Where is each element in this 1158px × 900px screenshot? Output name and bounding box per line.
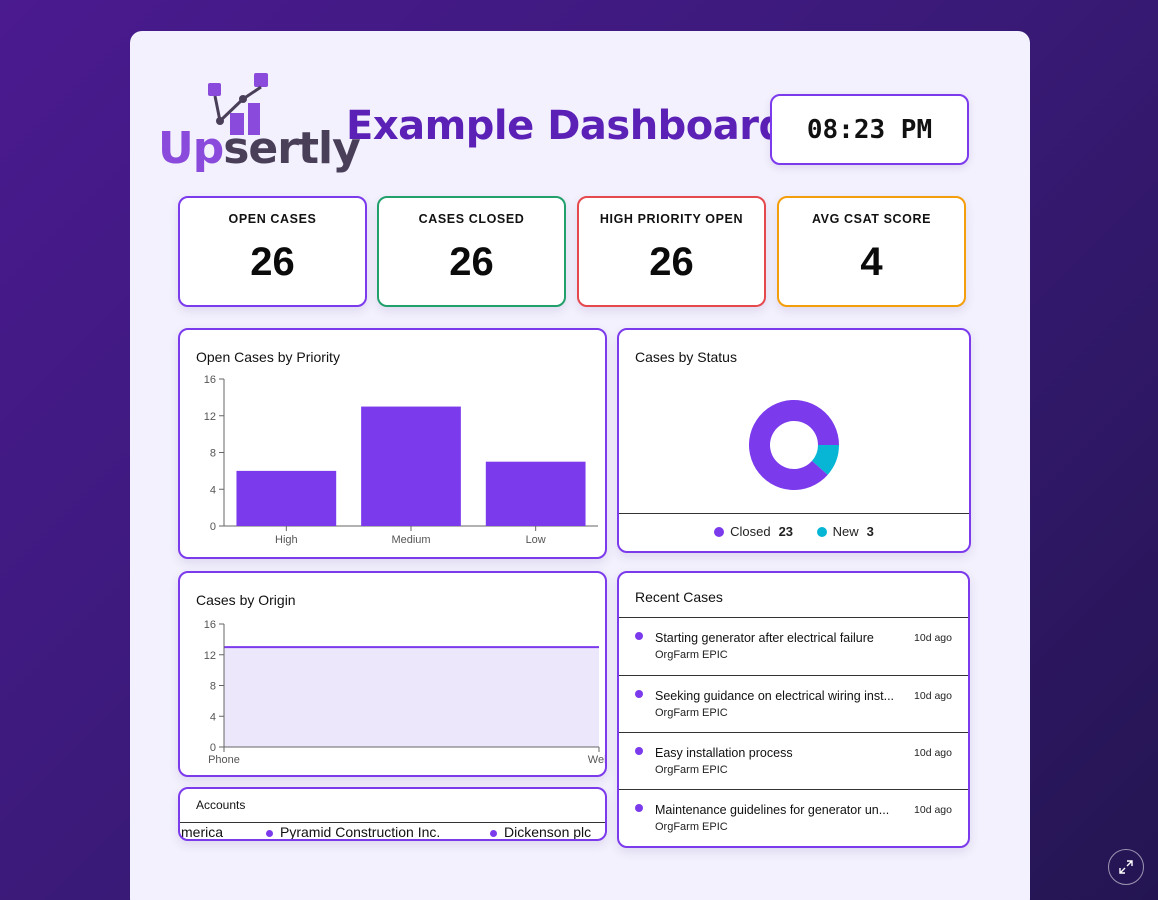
card-title: Cases by Status	[635, 349, 737, 365]
kpi-label: AVG CSAT SCORE	[811, 212, 932, 226]
y-tick-label: 4	[210, 484, 216, 496]
kpi-label: CASES CLOSED	[418, 212, 525, 226]
ticker-dot	[266, 830, 273, 837]
y-tick-label: 0	[210, 521, 216, 533]
card-title: Accounts	[196, 798, 246, 812]
case-title[interactable]: Maintenance guidelines for generator un.…	[655, 803, 907, 817]
y-tick-label: 12	[204, 650, 216, 662]
kpi-value: 4	[860, 240, 883, 284]
legend-item-new[interactable]: New 3	[816, 524, 874, 539]
case-account: OrgFarm EPIC	[655, 764, 728, 776]
ticker-item[interactable]: merica	[181, 824, 223, 839]
bar	[236, 470, 337, 526]
legend-dot	[816, 527, 827, 537]
x-tick-label: Web	[588, 754, 605, 766]
case-title[interactable]: Easy installation process	[655, 746, 907, 760]
case-time: 10d ago	[914, 690, 952, 702]
divider	[619, 513, 969, 514]
case-time: 10d ago	[914, 804, 952, 816]
kpi-high-priority-open: HIGH PRIORITY OPEN 26	[577, 196, 766, 307]
case-account: OrgFarm EPIC	[655, 649, 728, 661]
kpi-value: 26	[449, 240, 494, 284]
case-title[interactable]: Starting generator after electrical fail…	[655, 631, 907, 645]
kpi-label: OPEN CASES	[228, 212, 317, 226]
card-title: Cases by Origin	[196, 592, 296, 608]
y-tick-label: 0	[210, 742, 216, 754]
clock-display: 08:23 PM	[770, 94, 969, 165]
kpi-label: HIGH PRIORITY OPEN	[599, 212, 744, 226]
card-title: Open Cases by Priority	[196, 349, 340, 365]
list-item[interactable]: Maintenance guidelines for generator un.…	[619, 789, 968, 846]
y-tick-label: 4	[210, 711, 216, 723]
y-tick-label: 8	[210, 681, 216, 693]
accounts-card: Accounts merica Pyramid Construction Inc…	[178, 787, 607, 841]
x-tick-label: Phone	[208, 754, 240, 766]
legend-item-closed[interactable]: Closed 23	[714, 524, 793, 539]
priority-bar-chart: 0 4 8 12 16 High Medium Low	[204, 374, 598, 546]
case-title[interactable]: Seeking guidance on electrical wiring in…	[655, 689, 907, 703]
status-donut-chart	[749, 400, 839, 490]
bar	[361, 406, 461, 526]
ticker-item[interactable]: Pyramid Construction Inc.	[280, 824, 440, 839]
case-dot	[635, 747, 643, 755]
kpi-value: 26	[250, 240, 295, 284]
case-dot	[635, 690, 643, 698]
kpi-open-cases: OPEN CASES 26	[178, 196, 367, 307]
case-time: 10d ago	[914, 632, 952, 644]
status-legend: Closed 23 New 3	[619, 524, 969, 539]
legend-dot	[714, 527, 725, 537]
case-account: OrgFarm EPIC	[655, 821, 728, 833]
expand-button[interactable]	[1108, 849, 1144, 885]
expand-icon	[1119, 860, 1133, 874]
x-tick-label: Low	[526, 534, 546, 546]
list-item[interactable]: Seeking guidance on electrical wiring in…	[619, 675, 968, 732]
bar	[485, 461, 586, 526]
dashboard-panel: Upsertly Example Dashboard 08:23 PM OPEN…	[130, 31, 1030, 900]
accounts-ticker: merica Pyramid Construction Inc. Dickens…	[180, 822, 605, 839]
area-fill	[224, 647, 599, 747]
origin-area-chart: 0 4 8 12 16 Phone Web	[204, 619, 605, 766]
ticker-dot	[490, 830, 497, 837]
y-tick-label: 16	[204, 374, 216, 386]
recent-cases-card: Recent Cases Starting generator after el…	[617, 571, 970, 848]
y-tick-label: 12	[204, 411, 216, 423]
case-account: OrgFarm EPIC	[655, 707, 728, 719]
logo-wordmark: Upsertly	[158, 123, 361, 174]
priority-chart-card: Open Cases by Priority 0 4 8 12 16 High Medium…	[178, 328, 607, 559]
ticker-item[interactable]: Dickenson plc	[504, 824, 591, 839]
case-dot	[635, 804, 643, 812]
kpi-avg-csat-score: AVG CSAT SCORE 4	[777, 196, 966, 307]
x-tick-label: Medium	[391, 534, 430, 546]
case-time: 10d ago	[914, 747, 952, 759]
status-chart-card: Cases by Status Closed 23 New 3	[617, 328, 971, 553]
upsertly-logo: Upsertly	[158, 71, 361, 174]
list-item[interactable]: Easy installation process OrgFarm EPIC 1…	[619, 732, 968, 789]
case-dot	[635, 632, 643, 640]
y-tick-label: 16	[204, 619, 216, 631]
kpi-cases-closed: CASES CLOSED 26	[377, 196, 566, 307]
x-tick-label: High	[275, 534, 298, 546]
y-tick-label: 8	[210, 448, 216, 460]
origin-chart-card: Cases by Origin 0 4 8 12 16 Phone Web	[178, 571, 607, 777]
list-item[interactable]: Starting generator after electrical fail…	[619, 617, 968, 674]
kpi-value: 26	[649, 240, 694, 284]
card-title: Recent Cases	[635, 589, 723, 605]
page-title: Example Dashboard	[346, 103, 787, 149]
